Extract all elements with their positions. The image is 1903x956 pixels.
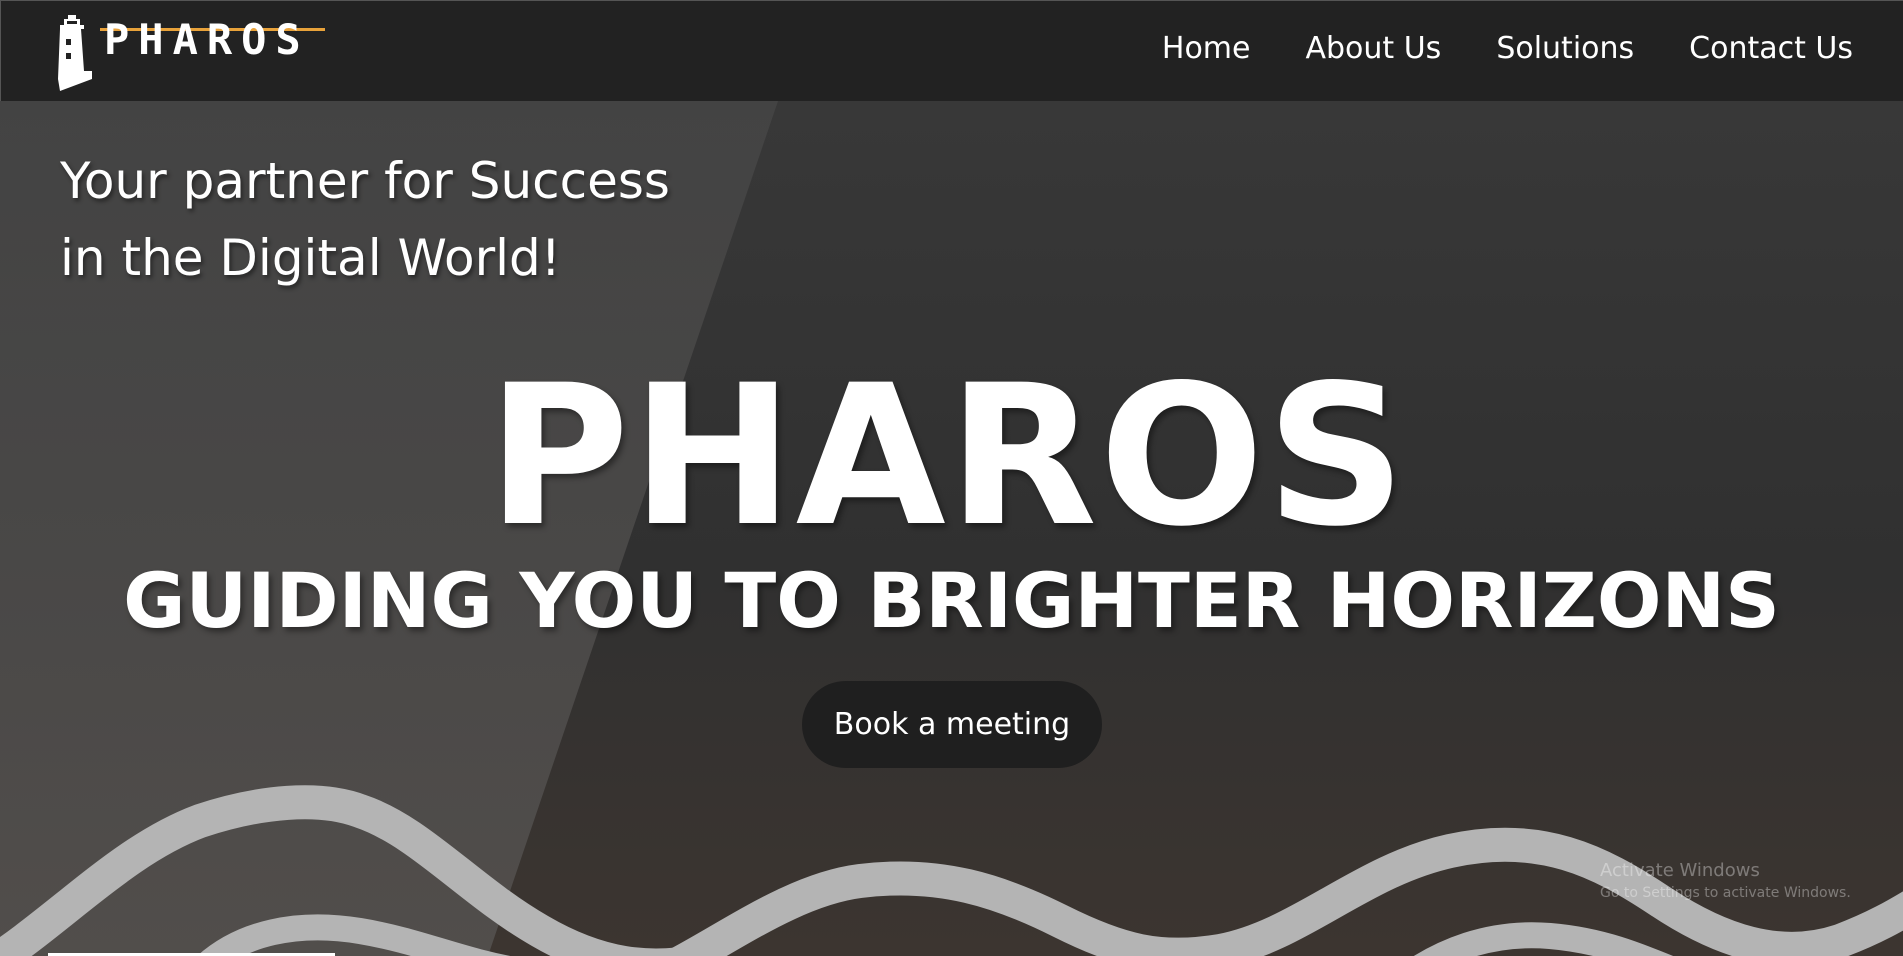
activate-windows-watermark: Activate Windows Go to Settings to activ…	[1600, 860, 1851, 901]
nav-menu: Home About Us Solutions Contact Us	[1162, 31, 1853, 66]
page: PHAROS Home About Us Solutions Contact U…	[0, 0, 1903, 956]
nav-contact-link[interactable]: Contact Us	[1689, 31, 1853, 66]
lighthouse-icon	[58, 15, 92, 91]
wave-decoration	[0, 785, 1903, 956]
navbar: PHAROS Home About Us Solutions Contact U…	[0, 0, 1903, 101]
nav-home-link[interactable]: Home	[1162, 31, 1251, 66]
watermark-subtitle: Go to Settings to activate Windows.	[1600, 885, 1851, 901]
hero-section: Your partner for Success in the Digital …	[0, 101, 1903, 956]
logo-text: PHAROS	[104, 15, 310, 64]
logo[interactable]: PHAROS	[56, 9, 336, 94]
nav-about-link[interactable]: About Us	[1305, 31, 1441, 66]
watermark-title: Activate Windows	[1600, 860, 1760, 881]
nav-solutions-link[interactable]: Solutions	[1496, 31, 1634, 66]
